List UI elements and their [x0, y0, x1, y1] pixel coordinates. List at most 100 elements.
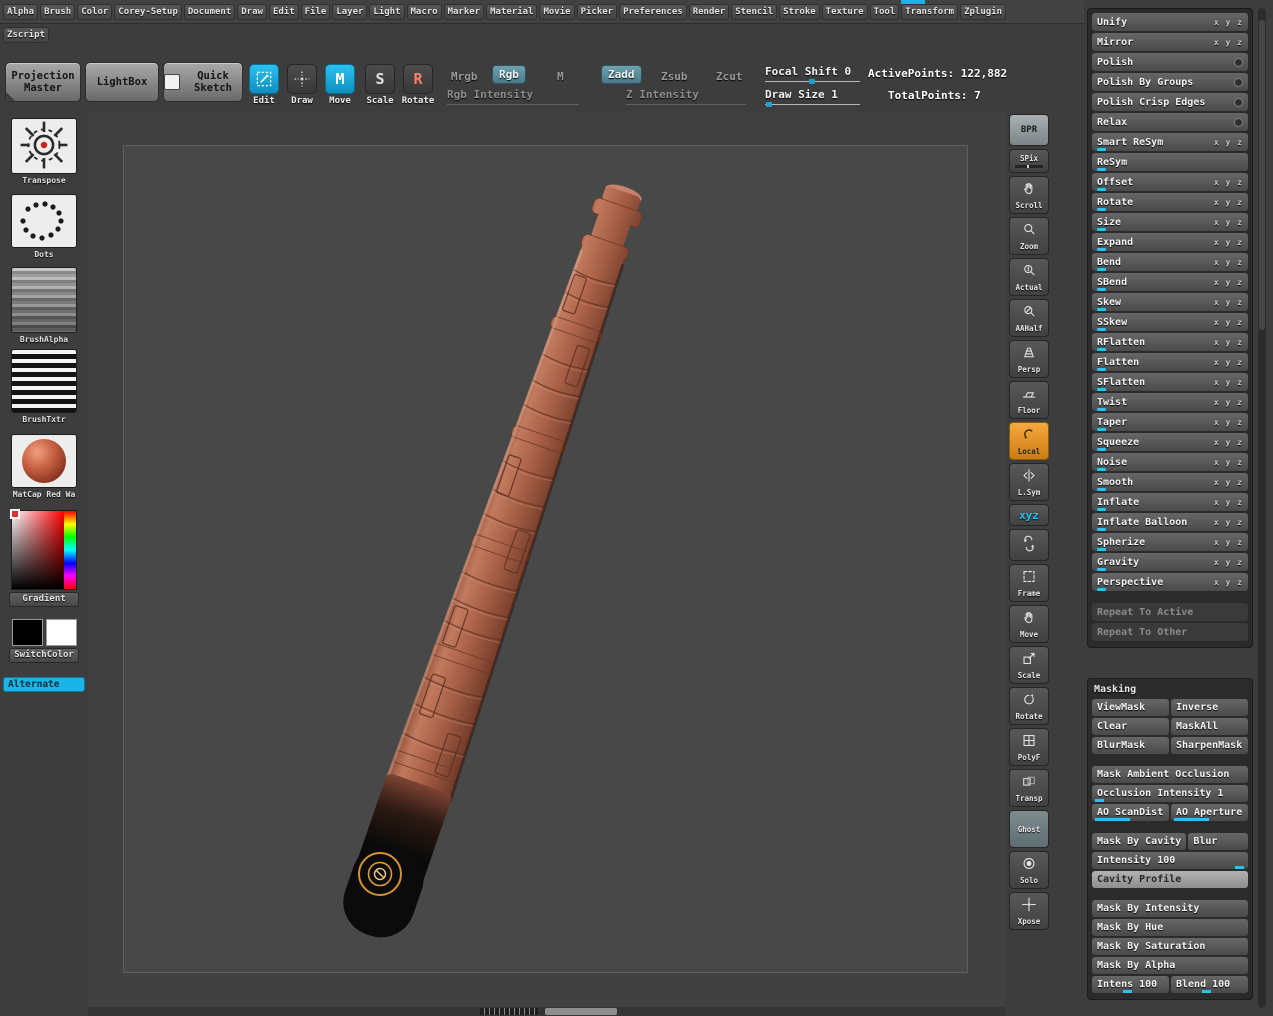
texture-picker[interactable]: BrushTxtr: [0, 348, 88, 425]
viewport[interactable]: [88, 112, 1005, 1016]
rotate-mode-button[interactable]: R Rotate: [400, 64, 436, 106]
lightbox-button[interactable]: LightBox: [85, 62, 159, 102]
shelf-ghost[interactable]: Ghost: [1009, 810, 1049, 848]
axis-toggles[interactable]: x y z: [1214, 378, 1243, 387]
alternate-button[interactable]: Alternate: [3, 676, 85, 692]
masking-mask-by-alpha[interactable]: Mask By Alpha: [1092, 957, 1248, 974]
deformation-sskew[interactable]: SSkew x y z: [1092, 313, 1248, 331]
shelf-scroll[interactable]: Scroll: [1009, 176, 1049, 214]
masking-maskall[interactable]: MaskAll: [1171, 718, 1248, 735]
menu-item-macro[interactable]: Macro: [406, 3, 442, 20]
rgb-intensity-track[interactable]: [447, 104, 579, 105]
axis-toggles[interactable]: x y z: [1214, 558, 1243, 567]
axis-toggles[interactable]: x y z: [1214, 498, 1243, 507]
timeline-ticks[interactable]: [480, 1008, 538, 1015]
axis-toggles[interactable]: x y z: [1214, 238, 1243, 247]
shelf-rotate[interactable]: Rotate: [1009, 687, 1049, 725]
menu-item-stencil[interactable]: Stencil: [731, 3, 778, 20]
menu-item-color[interactable]: Color: [77, 3, 113, 20]
z-intensity-slider[interactable]: Z Intensity: [626, 88, 699, 101]
m-button[interactable]: M: [551, 68, 570, 85]
shelf-floor[interactable]: Floor: [1009, 381, 1049, 419]
document-canvas[interactable]: [123, 145, 968, 973]
shelf-aahalf[interactable]: AAHalf: [1009, 299, 1049, 337]
menu-item-texture[interactable]: Texture: [821, 3, 868, 20]
axis-toggles[interactable]: x y z: [1214, 338, 1243, 347]
deformation-sflatten[interactable]: SFlatten x y z: [1092, 373, 1248, 391]
deformation-flatten[interactable]: Flatten x y z: [1092, 353, 1248, 371]
mode-toggle-dot[interactable]: [1234, 117, 1243, 127]
deformation-repeat-to-active[interactable]: Repeat To Active: [1092, 603, 1248, 621]
menu-item-movie[interactable]: Movie: [539, 3, 575, 20]
deformation-inflate-balloon[interactable]: Inflate Balloon x y z: [1092, 513, 1248, 531]
axis-toggles[interactable]: x y z: [1214, 138, 1243, 147]
masking-inverse[interactable]: Inverse: [1171, 699, 1248, 716]
spix-slider[interactable]: [1015, 164, 1043, 168]
axis-toggles[interactable]: x y z: [1214, 398, 1243, 407]
deformation-skew[interactable]: Skew x y z: [1092, 293, 1248, 311]
menu-item-preferences[interactable]: Preferences: [619, 3, 687, 20]
masking-mask-by-saturation[interactable]: Mask By Saturation: [1092, 938, 1248, 955]
axis-toggles[interactable]: x y z: [1214, 38, 1243, 47]
menu-item-draw[interactable]: Draw: [237, 3, 267, 20]
focal-shift-handle[interactable]: [809, 79, 815, 84]
shelf-xyz[interactable]: xyz: [1009, 504, 1049, 526]
shelf-l-sym[interactable]: L.Sym: [1009, 463, 1049, 501]
deformation-polish-by-groups[interactable]: Polish By Groups: [1092, 73, 1248, 91]
masking-ao-aperture[interactable]: AO Aperture: [1171, 804, 1248, 821]
deformation-smooth[interactable]: Smooth x y z: [1092, 473, 1248, 491]
saturation-value-square[interactable]: [12, 510, 64, 589]
mrgb-button[interactable]: Mrgb: [445, 68, 484, 85]
deformation-twist[interactable]: Twist x y z: [1092, 393, 1248, 411]
mode-toggle-dot[interactable]: [1234, 57, 1243, 67]
deformation-rotate[interactable]: Rotate x y z: [1092, 193, 1248, 211]
axis-toggles[interactable]: x y z: [1214, 478, 1243, 487]
shelf-scale[interactable]: Scale: [1009, 646, 1049, 684]
deformation-spherize[interactable]: Spherize x y z: [1092, 533, 1248, 551]
shelf-transp[interactable]: Transp: [1009, 769, 1049, 807]
deformation-polish-crisp-edges[interactable]: Polish Crisp Edges: [1092, 93, 1248, 111]
model-3d[interactable]: [124, 146, 969, 974]
menu-item-transform[interactable]: Transform: [901, 3, 959, 20]
rgb-button[interactable]: Rgb: [492, 65, 526, 84]
brush-alpha-icon[interactable]: [11, 267, 77, 334]
masking-mask-by-intensity[interactable]: Mask By Intensity: [1092, 900, 1248, 917]
deformation-unify[interactable]: Unify x y z: [1092, 13, 1248, 31]
shelf-xpose[interactable]: Xpose: [1009, 892, 1049, 930]
masking-blur[interactable]: Blur: [1188, 833, 1248, 850]
quick-sketch-button[interactable]: Quick Sketch: [163, 62, 243, 102]
draw-mode-button[interactable]: Draw: [284, 64, 320, 106]
axis-toggles[interactable]: x y z: [1214, 438, 1243, 447]
menu-item-render[interactable]: Render: [688, 3, 730, 20]
deformation-gravity[interactable]: Gravity x y z: [1092, 553, 1248, 571]
masking-mask-by-hue[interactable]: Mask By Hue: [1092, 919, 1248, 936]
deformation-smart-resym[interactable]: Smart ReSym x y z: [1092, 133, 1248, 151]
axis-toggles[interactable]: x y z: [1214, 198, 1243, 207]
shelf-frame[interactable]: Frame: [1009, 564, 1049, 602]
axis-toggles[interactable]: x y z: [1214, 358, 1243, 367]
deformation-rflatten[interactable]: RFlatten x y z: [1092, 333, 1248, 351]
color-picker[interactable]: Gradient: [0, 508, 88, 607]
axis-toggles[interactable]: x y z: [1214, 418, 1243, 427]
zsub-button[interactable]: Zsub: [655, 68, 694, 85]
gradient-button[interactable]: Gradient: [9, 591, 79, 607]
deformation-offset[interactable]: Offset x y z: [1092, 173, 1248, 191]
panel-scrollbar-thumb[interactable]: [1259, 20, 1265, 330]
hue-strip[interactable]: [64, 510, 76, 589]
menu-item-corey-setup[interactable]: Corey-Setup: [114, 3, 182, 20]
matcap-icon[interactable]: [11, 434, 77, 489]
deformation-resym[interactable]: ReSym: [1092, 153, 1248, 171]
projection-master-button[interactable]: Projection Master: [5, 62, 81, 102]
masking-occlusion-intensity-1[interactable]: Occlusion Intensity 1: [1092, 785, 1248, 802]
shelf-solo[interactable]: Solo: [1009, 851, 1049, 889]
axis-toggles[interactable]: x y z: [1214, 578, 1243, 587]
menu-item-edit[interactable]: Edit: [268, 3, 299, 20]
sculpt-mesh-staff[interactable]: [334, 175, 660, 946]
masking-mask-by-cavity[interactable]: Mask By Cavity: [1092, 833, 1187, 850]
masking-cavity-profile[interactable]: Cavity Profile: [1092, 871, 1248, 888]
axis-toggles[interactable]: x y z: [1214, 538, 1243, 547]
z-intensity-track[interactable]: [626, 104, 746, 105]
menu-item-layer[interactable]: Layer: [332, 3, 368, 20]
deformation-mirror[interactable]: Mirror x y z: [1092, 33, 1248, 51]
material-picker[interactable]: MatCap Red Wa: [0, 434, 88, 500]
